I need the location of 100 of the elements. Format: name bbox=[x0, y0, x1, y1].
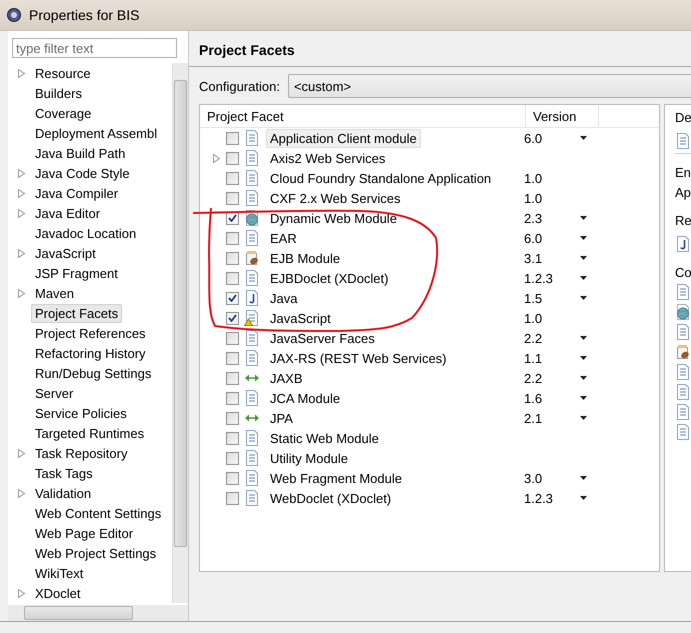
nav-item[interactable]: WikiText bbox=[31, 564, 88, 583]
nav-item[interactable]: Web Page Editor bbox=[31, 524, 138, 543]
nav-item[interactable]: Java Code Style bbox=[31, 164, 134, 183]
checkbox[interactable] bbox=[226, 412, 239, 424]
facet-name[interactable]: JAXB bbox=[266, 368, 307, 388]
nav-item[interactable]: Resource bbox=[31, 64, 95, 83]
facet-name[interactable]: Application Client module bbox=[266, 128, 421, 148]
checkbox[interactable] bbox=[226, 292, 239, 304]
facet-name[interactable]: JPA bbox=[266, 408, 297, 428]
nav-item[interactable]: Service Policies bbox=[31, 404, 131, 423]
expand-arrow-icon[interactable] bbox=[18, 168, 25, 178]
dropdown-arrow-icon[interactable] bbox=[580, 296, 587, 300]
document-icon bbox=[244, 190, 260, 206]
nav-item[interactable]: JavaScript bbox=[31, 244, 100, 263]
nav-item[interactable]: Javadoc Location bbox=[31, 224, 140, 243]
checkbox[interactable] bbox=[226, 352, 239, 364]
dropdown-arrow-icon[interactable] bbox=[580, 216, 587, 220]
details-text: Re bbox=[675, 212, 691, 228]
checkbox[interactable] bbox=[226, 152, 239, 164]
document-icon bbox=[244, 170, 260, 186]
nav-item[interactable]: Refactoring History bbox=[31, 344, 150, 363]
facet-name[interactable]: EJB Module bbox=[266, 248, 344, 268]
nav-item[interactable]: Task Tags bbox=[31, 464, 97, 483]
checkbox[interactable] bbox=[226, 232, 239, 244]
checkbox[interactable] bbox=[226, 312, 239, 324]
expand-arrow-icon[interactable] bbox=[18, 208, 25, 218]
facet-name[interactable]: EAR bbox=[266, 228, 301, 248]
expand-arrow-icon[interactable] bbox=[18, 488, 25, 498]
facet-name[interactable]: Dynamic Web Module bbox=[266, 208, 401, 228]
facet-name[interactable]: EJBDoclet (XDoclet) bbox=[266, 268, 392, 288]
nav-item[interactable]: Server bbox=[31, 384, 78, 403]
column-header[interactable]: Project Facet bbox=[200, 105, 526, 127]
expand-arrow-icon[interactable] bbox=[18, 448, 25, 458]
nav-item[interactable]: Targeted Runtimes bbox=[31, 424, 148, 443]
facet-name[interactable]: JCA Module bbox=[266, 388, 344, 408]
column-header[interactable]: Version bbox=[526, 105, 599, 127]
facet-name[interactable]: JavaScript bbox=[266, 308, 335, 328]
checkbox[interactable] bbox=[226, 172, 239, 184]
expand-arrow-icon[interactable] bbox=[18, 588, 25, 598]
expand-arrow-icon[interactable] bbox=[18, 68, 25, 78]
checkbox[interactable] bbox=[226, 272, 239, 284]
checkbox[interactable] bbox=[226, 372, 239, 384]
nav-item[interactable]: Coverage bbox=[31, 104, 96, 123]
dropdown-arrow-icon[interactable] bbox=[580, 416, 587, 420]
checkbox[interactable] bbox=[226, 432, 239, 444]
facet-name[interactable]: Axis2 Web Services bbox=[266, 148, 390, 168]
checkbox[interactable] bbox=[226, 472, 239, 484]
document-icon bbox=[244, 270, 260, 286]
checkbox[interactable] bbox=[226, 252, 239, 264]
facet-name[interactable]: WebDoclet (XDoclet) bbox=[266, 488, 396, 508]
dropdown-arrow-icon[interactable] bbox=[580, 276, 587, 280]
dropdown-arrow-icon[interactable] bbox=[580, 376, 587, 380]
expand-arrow-icon[interactable] bbox=[18, 188, 25, 198]
nav-item[interactable]: Deployment Assembl bbox=[31, 124, 162, 143]
dropdown-arrow-icon[interactable] bbox=[580, 236, 587, 240]
dropdown-arrow-icon[interactable] bbox=[580, 496, 587, 500]
horizontal-scrollbar[interactable] bbox=[8, 605, 188, 621]
checkbox[interactable] bbox=[226, 192, 239, 204]
nav-item[interactable]: Validation bbox=[31, 484, 96, 503]
details-tab[interactable]: De bbox=[675, 110, 691, 124]
nav-item[interactable]: Maven bbox=[31, 284, 78, 303]
dropdown-arrow-icon[interactable] bbox=[580, 396, 587, 400]
nav-item[interactable]: Web Project Settings bbox=[31, 544, 160, 563]
nav-item[interactable]: Project References bbox=[31, 324, 150, 343]
scrollbar[interactable] bbox=[172, 63, 188, 604]
document-icon bbox=[244, 330, 260, 346]
checkbox[interactable] bbox=[226, 492, 239, 504]
checkbox[interactable] bbox=[226, 452, 239, 464]
filter-field[interactable]: type filter text bbox=[12, 38, 177, 58]
dropdown-arrow-icon[interactable] bbox=[580, 356, 587, 360]
facet-name[interactable]: CXF 2.x Web Services bbox=[266, 188, 405, 208]
facet-name[interactable]: JavaServer Faces bbox=[266, 328, 379, 348]
nav-item[interactable]: XDoclet bbox=[31, 584, 85, 603]
nav-item[interactable]: JSP Fragment bbox=[31, 264, 122, 283]
facet-version: 3.0 bbox=[524, 470, 542, 486]
checkbox[interactable] bbox=[226, 332, 239, 344]
dropdown-arrow-icon[interactable] bbox=[580, 136, 587, 140]
nav-item[interactable]: Java Build Path bbox=[31, 144, 130, 163]
dropdown-arrow-icon[interactable] bbox=[580, 256, 587, 260]
checkbox[interactable] bbox=[226, 132, 239, 144]
nav-item[interactable]: Web Content Settings bbox=[31, 504, 166, 523]
nav-item[interactable]: Project Facets bbox=[31, 304, 122, 323]
facet-name[interactable]: Static Web Module bbox=[266, 428, 383, 448]
configuration-dropdown[interactable]: <custom> bbox=[288, 74, 691, 98]
expand-arrow-icon[interactable] bbox=[18, 288, 25, 298]
expand-arrow-icon[interactable] bbox=[212, 154, 220, 162]
nav-item[interactable]: Task Repository bbox=[31, 444, 132, 463]
nav-item[interactable]: Builders bbox=[31, 84, 86, 103]
nav-item[interactable]: Java Compiler bbox=[31, 184, 122, 203]
nav-item[interactable]: Java Editor bbox=[31, 204, 104, 223]
dropdown-arrow-icon[interactable] bbox=[580, 476, 587, 480]
facet-name[interactable]: Java bbox=[266, 288, 302, 308]
expand-arrow-icon[interactable] bbox=[18, 248, 25, 258]
facet-name[interactable]: JAX-RS (REST Web Services) bbox=[266, 348, 451, 368]
facet-name[interactable]: Cloud Foundry Standalone Application bbox=[266, 168, 496, 188]
nav-item[interactable]: Run/Debug Settings bbox=[31, 364, 156, 383]
dropdown-arrow-icon[interactable] bbox=[580, 336, 587, 340]
facet-name[interactable]: Web Fragment Module bbox=[266, 468, 406, 488]
checkbox[interactable] bbox=[226, 392, 239, 404]
facet-name[interactable]: Utility Module bbox=[266, 448, 352, 468]
